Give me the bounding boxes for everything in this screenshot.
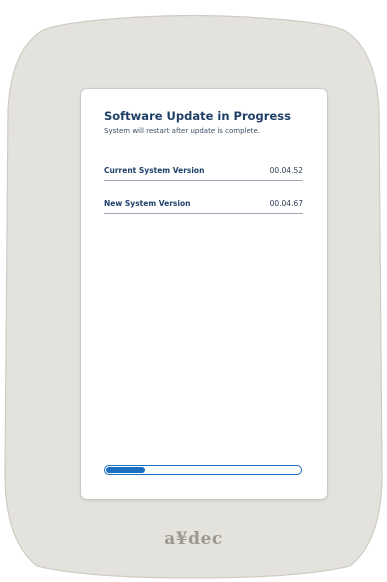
new-version-label: New System Version — [104, 198, 191, 208]
update-progress-fill — [106, 467, 145, 473]
new-version-value: 00.04.67 — [269, 198, 303, 208]
new-version-row: New System Version 00.04.67 — [104, 193, 303, 214]
brand-logo-wordmark: a¥dec — [164, 529, 223, 549]
brand-logo: a¥dec — [0, 529, 387, 549]
current-version-label: Current System Version — [104, 165, 205, 175]
current-version-row: Current System Version 00.04.52 — [104, 160, 303, 181]
update-title: Software Update in Progress — [104, 109, 291, 123]
update-progress-bar — [104, 465, 302, 475]
device: Software Update in Progress System will … — [0, 0, 387, 582]
update-subtitle: System will restart after update is comp… — [104, 127, 261, 135]
current-version-value: 00.04.52 — [269, 165, 303, 175]
touch-screen: Software Update in Progress System will … — [81, 89, 327, 499]
